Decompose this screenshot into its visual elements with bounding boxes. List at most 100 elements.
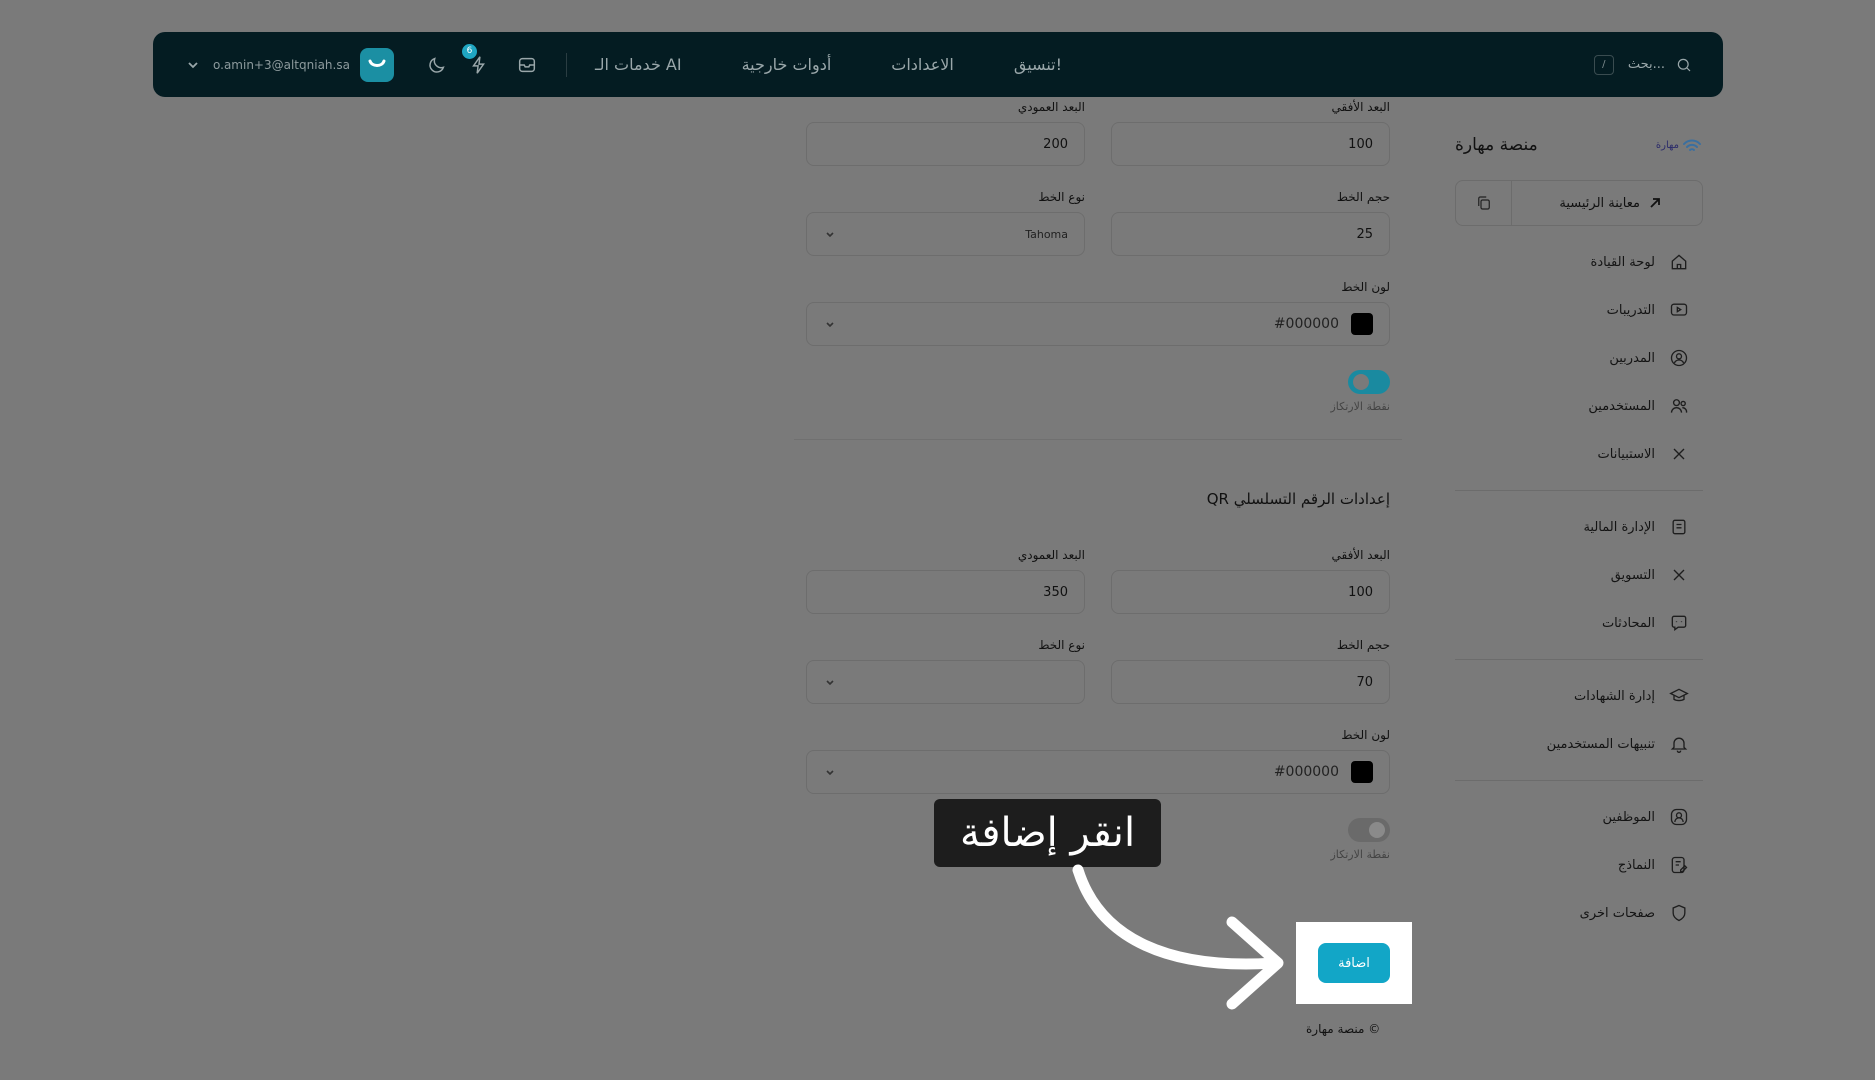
sidebar-item-label: لوحة القيادة — [1590, 254, 1655, 270]
sidebar-item-surveys[interactable]: الاستبيانات — [1455, 430, 1703, 478]
font-type-select[interactable]: Tahoma — [806, 212, 1085, 256]
tutorial-arrow-icon — [1072, 864, 1284, 1010]
inbox-button[interactable] — [516, 54, 538, 76]
brand: مهارة منصة مهارة — [1455, 120, 1703, 170]
chevron-down-icon — [826, 680, 834, 686]
chevron-down-icon — [826, 770, 834, 776]
sidebar-item-label: إدارة الشهادات — [1574, 688, 1655, 704]
avatar[interactable] — [359, 47, 394, 82]
add-button-highlight: اضافة — [1296, 922, 1412, 1004]
chat-icon — [1671, 615, 1687, 631]
nav-ai-services-label: خدمات الـ AI — [594, 55, 682, 74]
user-square-icon — [1670, 808, 1688, 826]
qr-font-type-label: نوع الخط — [1038, 638, 1085, 652]
grid-icon — [837, 56, 855, 74]
sidebar-item-users[interactable]: المستخدمين — [1455, 382, 1703, 430]
vertical-offset-label: البعد العمودي — [1017, 100, 1085, 114]
chevron-down-icon — [188, 61, 198, 68]
topbar-divider — [565, 52, 567, 77]
font-color-label: لون الخط — [1341, 280, 1390, 294]
sidebar-divider — [1455, 659, 1703, 660]
sidebar-item-label: الموظفين — [1602, 809, 1655, 825]
qr-font-size-label: حجم الخط — [1336, 638, 1390, 652]
qr-horizontal-offset-input[interactable]: 100 — [1111, 570, 1390, 614]
brand-logo-text: مهارة — [1655, 139, 1679, 151]
color-swatch — [1351, 313, 1373, 335]
nav-external-tools-label: أدوات خارجية — [741, 55, 832, 74]
sidebar-item-trainings[interactable]: التدريبات — [1455, 286, 1703, 334]
horizontal-offset-label: البعد الأفقي — [1331, 100, 1391, 114]
footer-copyright: © منصة مهارة — [1306, 1022, 1381, 1036]
sidebar-item-label: الإدارة المالية — [1583, 519, 1655, 535]
nav-settings[interactable]: الاعدادات — [891, 55, 978, 74]
nav-layout-label: تنسيق! — [1013, 55, 1063, 74]
home-icon — [1671, 254, 1687, 270]
user-email: o.amin+3@altqniah.sa — [213, 57, 350, 72]
anchor-point-label: نقطة الارتكاز — [1330, 400, 1391, 413]
font-type-label: نوع الخط — [1038, 190, 1085, 204]
search-placeholder: بحث... — [1627, 57, 1665, 72]
chevron-down-icon — [826, 322, 834, 328]
sidebar-item-label: صفحات اخرى — [1579, 905, 1655, 921]
sidebar-item-chats[interactable]: المحادثات — [1455, 599, 1703, 647]
nav-layout[interactable]: تنسيق! — [1014, 55, 1086, 74]
vertical-offset-input[interactable]: 200 — [806, 122, 1085, 166]
tutorial-tooltip: انقر إضافة — [934, 799, 1161, 867]
sidebar-item-marketing[interactable]: التسويق — [1455, 551, 1703, 599]
font-color-value: #000000 — [1273, 316, 1339, 332]
play-screen-icon — [1670, 303, 1688, 316]
brand-logo: مهارة — [1656, 136, 1703, 154]
moon-icon — [429, 56, 445, 73]
sidebar-item-label: التدريبات — [1606, 302, 1655, 318]
layout-icon — [1068, 56, 1086, 74]
nav-external-tools[interactable]: أدوات خارجية — [742, 55, 856, 74]
sidebar-item-employees[interactable]: الموظفين — [1455, 793, 1703, 841]
sidebar-item-certificates[interactable]: إدارة الشهادات — [1455, 672, 1703, 720]
anchor-point-toggle[interactable] — [1348, 370, 1390, 394]
nav-settings-label: الاعدادات — [891, 55, 954, 74]
sidebar-item-dashboard[interactable]: لوحة القيادة — [1455, 238, 1703, 286]
dark-mode-toggle[interactable] — [426, 54, 448, 76]
horizontal-offset-input[interactable]: 100 — [1111, 122, 1390, 166]
qr-vertical-offset-input[interactable]: 350 — [806, 570, 1085, 614]
qr-vertical-offset-label: البعد العمودي — [1017, 548, 1085, 562]
qr-font-color-label: لون الخط — [1341, 728, 1390, 742]
font-type-value: Tahoma — [1025, 227, 1068, 241]
sidebar-item-forms[interactable]: النماذج — [1455, 841, 1703, 889]
font-size-input[interactable]: 25 — [1111, 212, 1390, 256]
sidebar-nav: لوحة القيادة التدريبات المدربين المستخدم… — [1455, 238, 1703, 937]
nav-ai-services[interactable]: خدمات الـ AI — [595, 55, 706, 74]
qr-anchor-point-toggle[interactable] — [1348, 818, 1390, 842]
sidebar-item-label: المستخدمين — [1588, 398, 1655, 414]
sparkles-icon — [688, 56, 706, 74]
home-preview-button[interactable]: معاينة الرئيسية — [1512, 196, 1702, 211]
add-button[interactable]: اضافة — [1318, 943, 1390, 983]
qr-font-type-select[interactable] — [806, 660, 1085, 704]
bell-icon — [1670, 737, 1688, 753]
sidebar-item-finance[interactable]: الإدارة المالية — [1455, 503, 1703, 551]
brand-name: منصة مهارة — [1455, 135, 1538, 155]
sidebar-item-label: النماذج — [1617, 857, 1655, 873]
chevron-down-icon — [826, 232, 834, 238]
qr-font-size-input[interactable]: 70 — [1111, 660, 1390, 704]
sidebar-item-user-alerts[interactable]: تنبيهات المستخدمين — [1455, 720, 1703, 768]
sidebar-item-label: التسويق — [1610, 567, 1655, 583]
notifications-button[interactable]: 6 — [461, 43, 490, 76]
sidebar-item-trainers[interactable]: المدربين — [1455, 334, 1703, 382]
sidebar-item-label: المدربين — [1609, 350, 1655, 366]
sidebar: مهارة منصة مهارة معاينة الرئيسية لوحة ال… — [1455, 120, 1703, 937]
search-box[interactable]: بحث... — [1628, 56, 1693, 74]
qr-font-color-picker[interactable]: #000000 — [806, 750, 1390, 794]
inbox-icon — [518, 57, 536, 72]
sidebar-divider — [1455, 490, 1703, 491]
x-icon — [1673, 448, 1685, 460]
font-color-picker[interactable]: #000000 — [806, 302, 1390, 346]
account-menu[interactable]: o.amin+3@altqniah.sa — [183, 47, 426, 82]
wifi-logo-icon — [1683, 139, 1701, 151]
avatar-smile-icon — [368, 59, 386, 67]
qr-serial-settings-title: إعدادات الرقم التسلسلي QR — [1206, 490, 1390, 508]
sidebar-item-other-pages[interactable]: صفحات اخرى — [1455, 889, 1703, 937]
toggle-knob — [1369, 822, 1385, 838]
copy-link-button[interactable] — [1456, 181, 1512, 225]
sidebar-divider — [1455, 780, 1703, 781]
